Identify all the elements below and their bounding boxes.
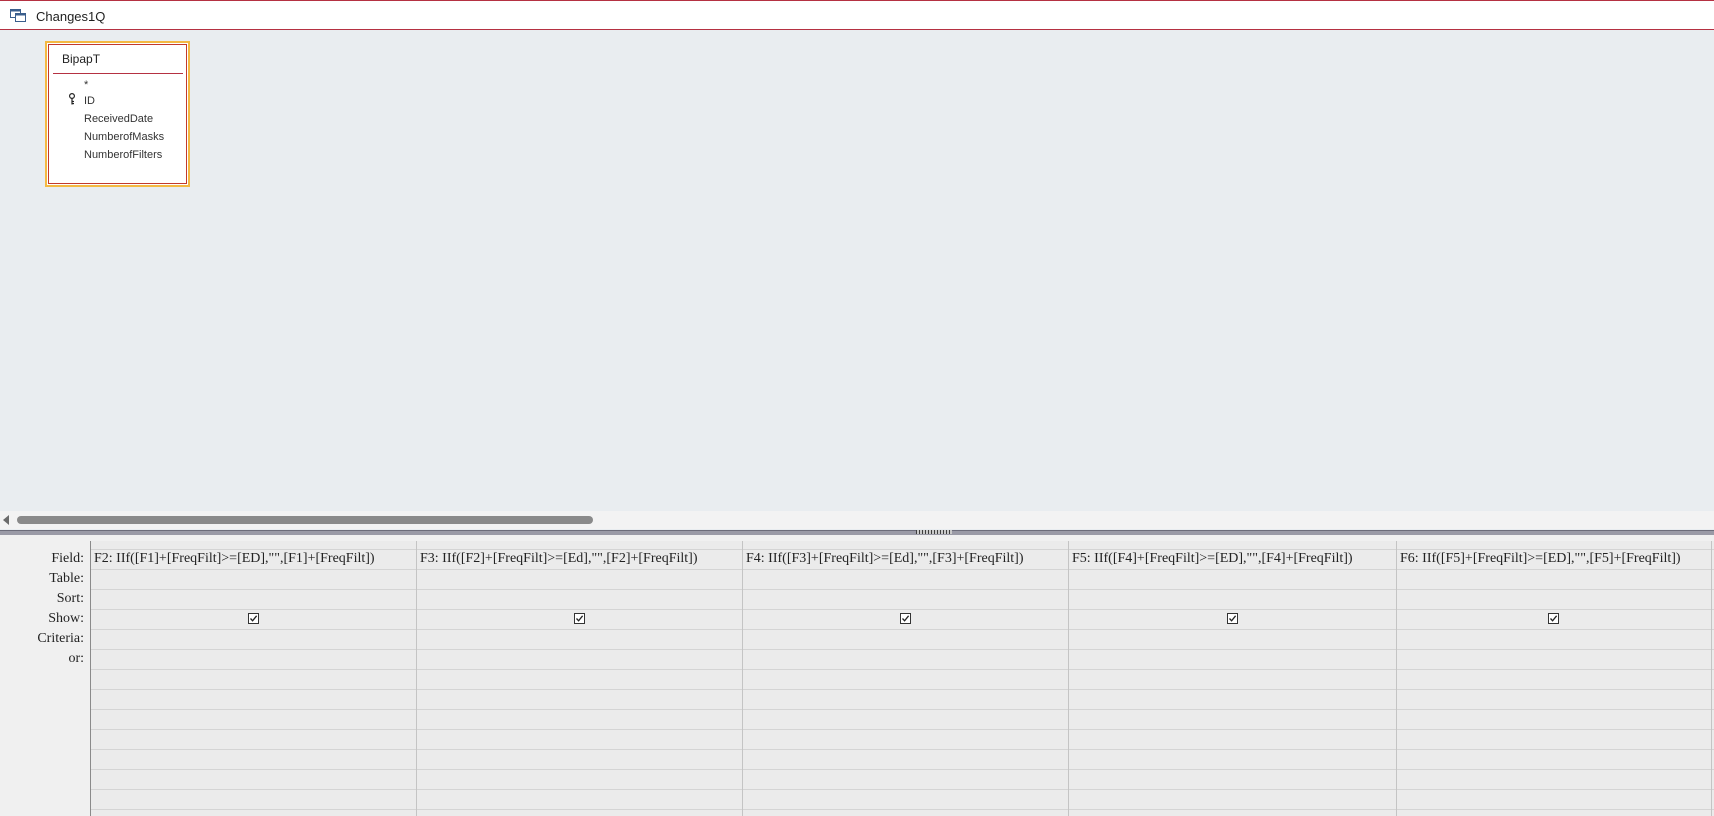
field-cell-3[interactable]: F4: IIf([F3]+[FreqFilt]>=[Ed],"",[F3]+[F… [746, 551, 1023, 567]
show-checkbox-5[interactable] [1548, 613, 1559, 624]
row-label-or: or: [68, 651, 84, 666]
grid-row-divider [91, 749, 1714, 750]
splitter-grip-icon[interactable] [916, 530, 952, 534]
field-list-item-numberofmasks[interactable]: NumberofMasks [84, 131, 164, 143]
scrollbar-thumb[interactable] [17, 516, 593, 524]
show-checkbox-1[interactable] [248, 613, 259, 624]
grid-column-divider[interactable] [1068, 541, 1069, 816]
grid-row-divider [91, 609, 1714, 610]
grid-column-divider[interactable] [416, 541, 417, 816]
table-field-list[interactable]: BipapT * ID ReceivedDate NumberofMasks N… [45, 41, 190, 187]
field-list-item-id[interactable]: ID [84, 95, 95, 107]
show-checkbox-2[interactable] [574, 613, 585, 624]
grid-row-divider [91, 709, 1714, 710]
row-label-field: Field: [51, 551, 84, 566]
grid-row-divider [91, 549, 1714, 550]
grid-column-divider[interactable] [742, 541, 743, 816]
row-label-criteria: Criteria: [37, 631, 84, 646]
document-tab-bar: Changes1Q [0, 0, 1714, 30]
field-list-item-all[interactable]: * [84, 79, 88, 91]
grid-row-divider [91, 789, 1714, 790]
row-label-table: Table: [49, 571, 84, 586]
scroll-left-arrow-icon[interactable] [3, 515, 9, 525]
table-name[interactable]: BipapT [62, 52, 100, 66]
field-cell-1[interactable]: F2: IIf([F1]+[FreqFilt]>=[ED],"",[F1]+[F… [94, 551, 375, 567]
document-title[interactable]: Changes1Q [36, 9, 105, 24]
row-label-show: Show: [48, 611, 84, 626]
show-checkbox-3[interactable] [900, 613, 911, 624]
primary-key-icon [69, 93, 75, 105]
field-cell-2[interactable]: F3: IIf([F2]+[FreqFilt]>=[Ed],"",[F2]+[F… [420, 551, 697, 567]
table-header-divider [53, 73, 183, 74]
grid-column-divider[interactable] [1711, 541, 1712, 816]
design-pane-horizontal-scrollbar[interactable] [0, 511, 1714, 529]
grid-row-divider [91, 669, 1714, 670]
grid-row-divider [91, 629, 1714, 630]
grid-row-divider [91, 769, 1714, 770]
query-design-icon [10, 9, 26, 22]
field-cell-5[interactable]: F6: IIf([F5]+[FreqFilt]>=[ED],"",[F5]+[F… [1400, 551, 1681, 567]
grid-column-divider[interactable] [1396, 541, 1397, 816]
field-list-item-receiveddate[interactable]: ReceivedDate [84, 113, 153, 125]
grid-row-divider [91, 589, 1714, 590]
field-cell-4[interactable]: F5: IIf([F4]+[FreqFilt]>=[ED],"",[F4]+[F… [1072, 551, 1353, 567]
grid-row-divider [91, 729, 1714, 730]
grid-row-divider [91, 569, 1714, 570]
grid-row-divider [91, 649, 1714, 650]
query-design-grid[interactable]: F2: IIf([F1]+[FreqFilt]>=[ED],"",[F1]+[F… [90, 541, 1714, 816]
field-list-item-numberoffilters[interactable]: NumberofFilters [84, 149, 162, 161]
grid-row-divider [91, 809, 1714, 810]
row-label-sort: Sort: [56, 591, 84, 606]
show-checkbox-4[interactable] [1227, 613, 1238, 624]
grid-row-divider [91, 689, 1714, 690]
